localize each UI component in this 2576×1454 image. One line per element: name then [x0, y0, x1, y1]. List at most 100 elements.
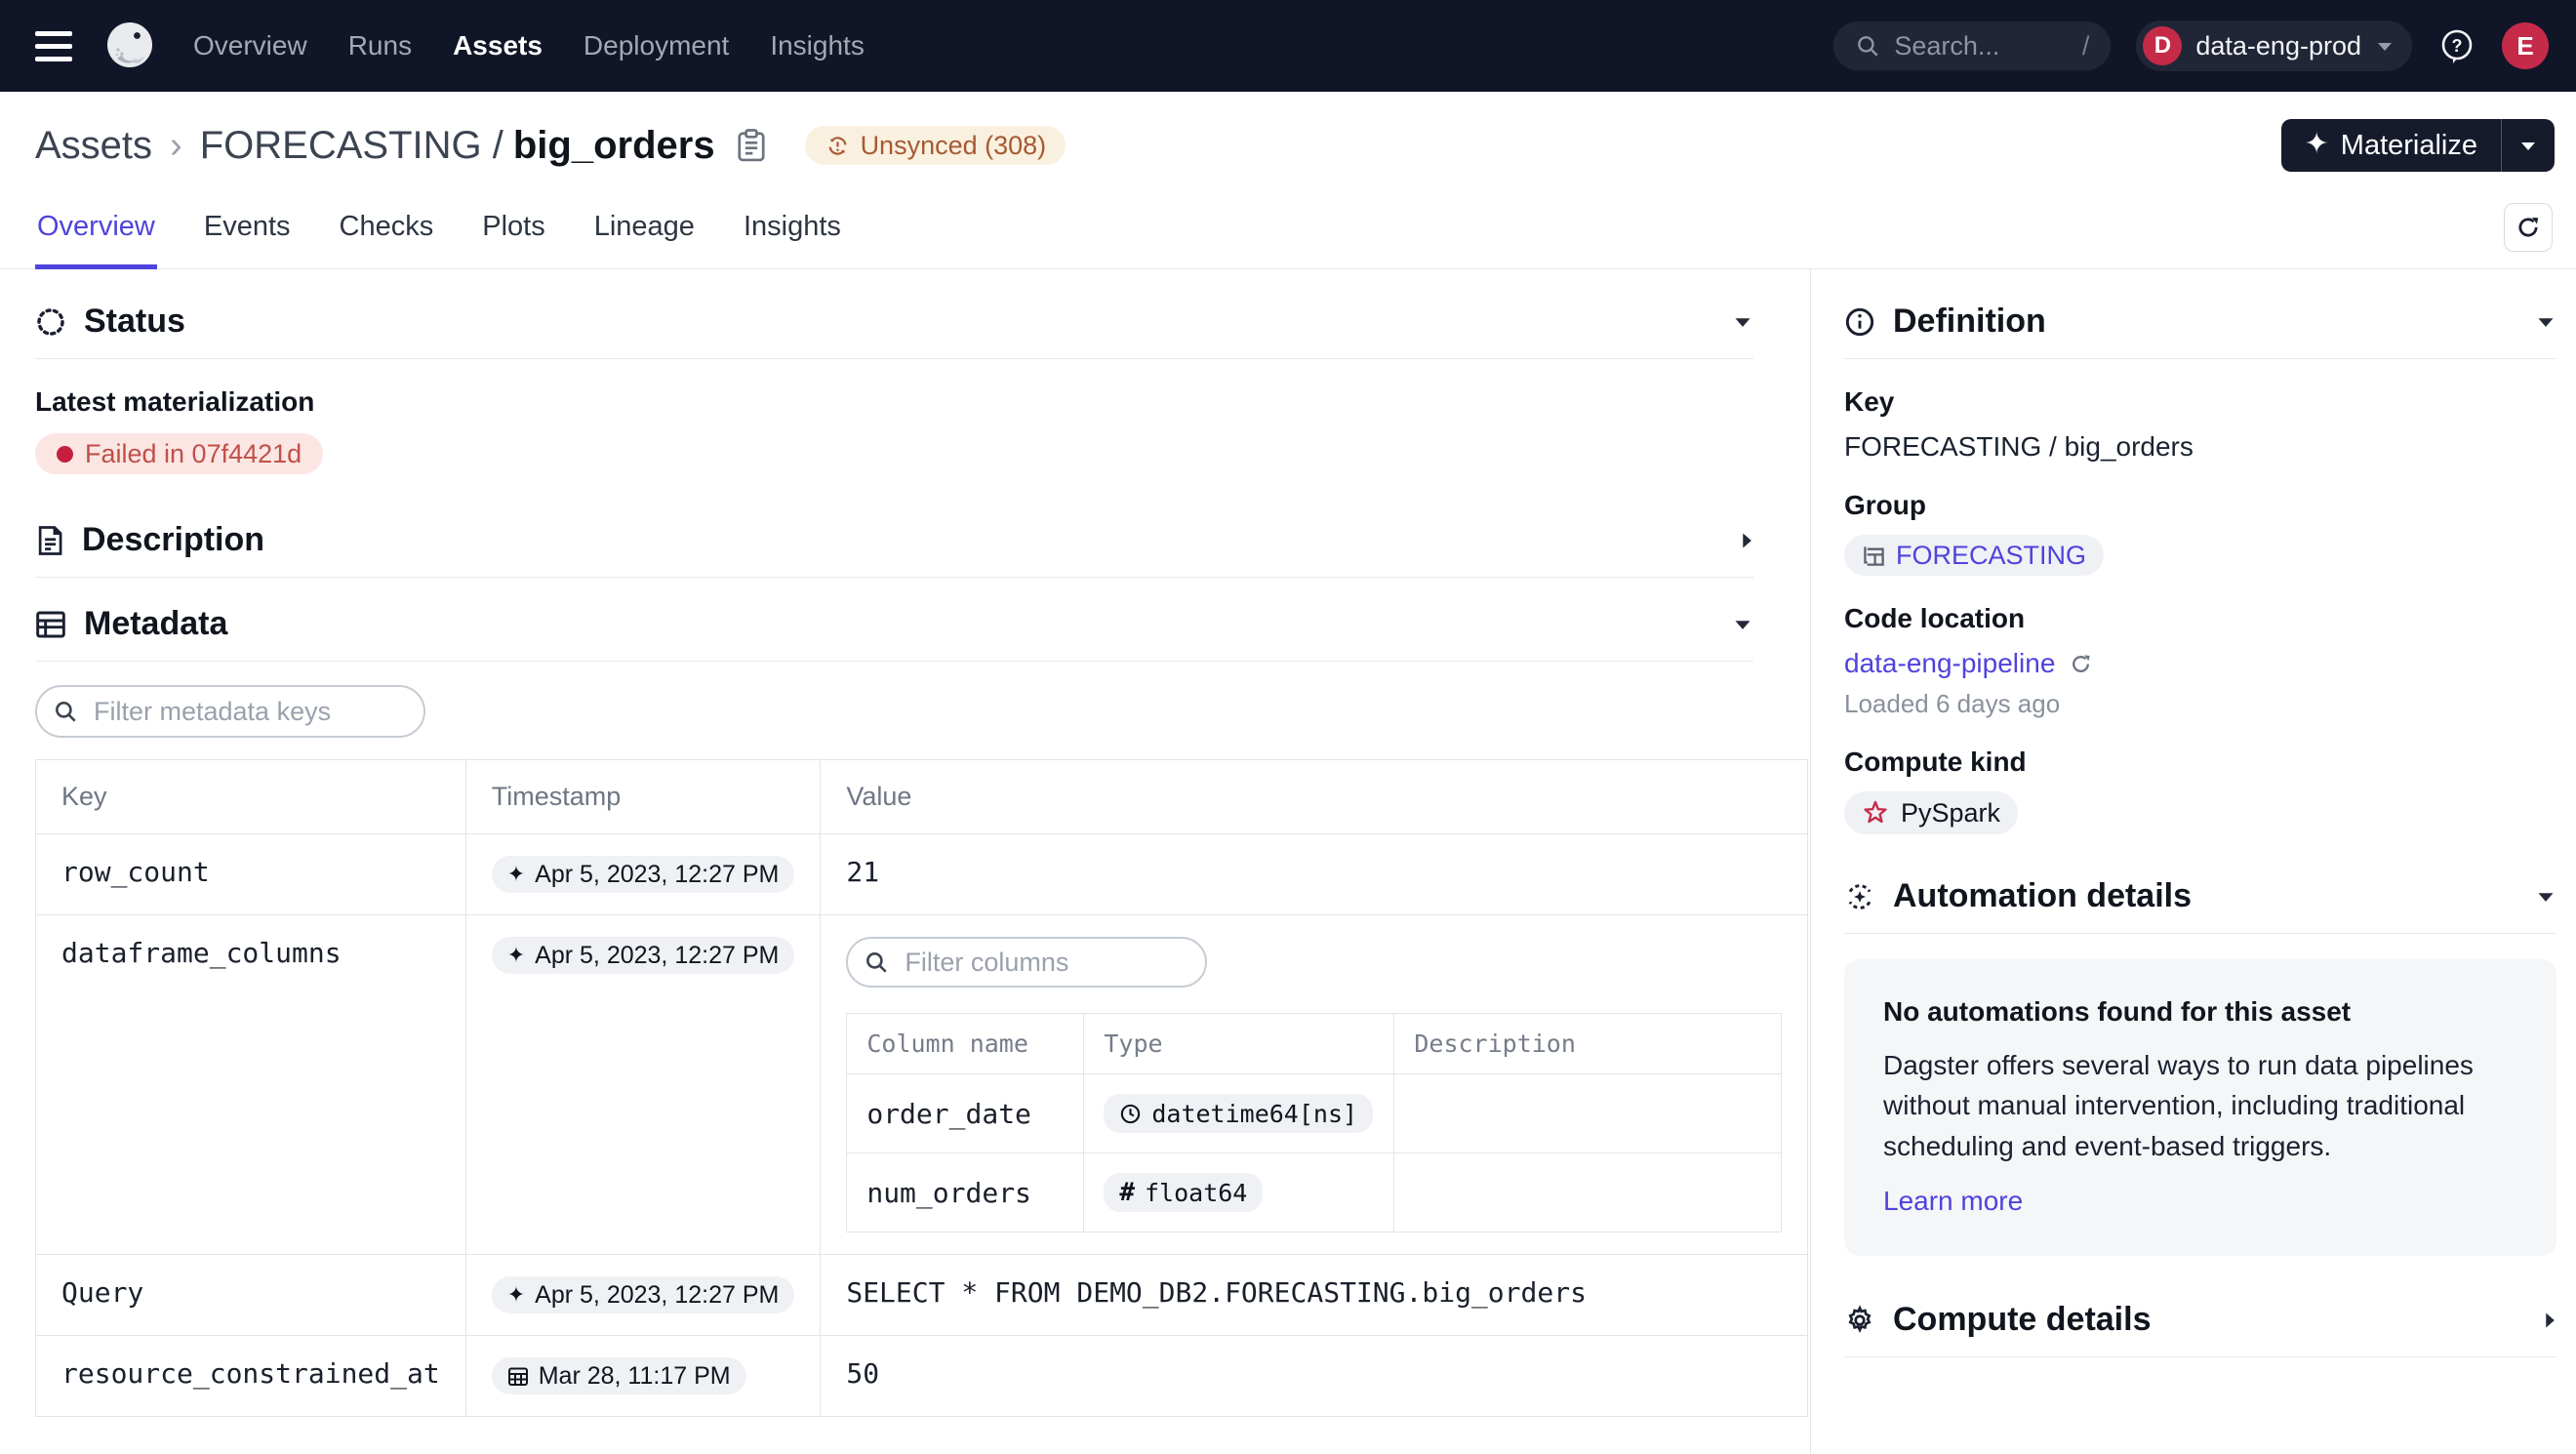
- group-badge[interactable]: FORECASTING: [1844, 535, 2104, 576]
- unsynced-label: Unsynced (308): [861, 131, 1047, 161]
- caret-down-icon: [2535, 314, 2556, 329]
- key-value: FORECASTING / big_orders: [1844, 431, 2556, 463]
- nav-item-runs[interactable]: Runs: [348, 30, 412, 61]
- sparkle-icon: ✦: [507, 945, 525, 966]
- metadata-key: row_count: [36, 834, 466, 915]
- asset-tabs: Overview Events Checks Plots Lineage Ins…: [0, 195, 2576, 269]
- automation-icon: [1844, 881, 1875, 912]
- metadata-value: 21: [821, 834, 1808, 915]
- type-badge: datetime64[ns]: [1104, 1094, 1373, 1133]
- automation-collapse-button[interactable]: [2535, 889, 2556, 904]
- breadcrumb-assets[interactable]: Assets: [35, 124, 152, 168]
- column-header-value: Value: [821, 760, 1808, 834]
- table-row: Query ✦Apr 5, 2023, 12:27 PM SELECT * FR…: [36, 1255, 1808, 1336]
- tab-lineage[interactable]: Lineage: [592, 195, 697, 269]
- tab-overview[interactable]: Overview: [35, 195, 157, 269]
- compute-kind-badge[interactable]: PySpark: [1844, 791, 2018, 834]
- status-icon: [35, 306, 66, 338]
- table-row: dataframe_columns ✦Apr 5, 2023, 12:27 PM…: [36, 915, 1808, 1255]
- dagster-logo-icon[interactable]: [103, 20, 156, 72]
- column-name: num_orders: [847, 1153, 1084, 1232]
- tab-insights[interactable]: Insights: [742, 195, 843, 269]
- status-title: Status: [84, 303, 185, 341]
- key-label: Key: [1844, 386, 2556, 418]
- table-row: order_date datetime64[ns]: [847, 1074, 1782, 1153]
- search-icon: [1855, 33, 1880, 59]
- metadata-filter: [35, 685, 425, 738]
- help-icon[interactable]: ?: [2437, 26, 2476, 65]
- dataframe-columns-table: Column name Type Description order_date …: [846, 1013, 1782, 1232]
- sparkle-icon: ✦: [2305, 130, 2329, 159]
- materialize-label: Materialize: [2341, 130, 2477, 162]
- reload-icon[interactable]: [2069, 652, 2093, 676]
- automation-section-header: Automation details: [1844, 877, 2556, 915]
- timestamp-badge[interactable]: Mar 28, 11:17 PM: [492, 1357, 746, 1394]
- column-header-type: Type: [1084, 1014, 1394, 1074]
- column-header-name: Column name: [847, 1014, 1084, 1074]
- global-search[interactable]: /: [1833, 21, 2111, 70]
- failed-run-badge[interactable]: Failed in 07f4421d: [35, 433, 323, 474]
- compute-details-title: Compute details: [1893, 1301, 2151, 1339]
- code-location-loaded-text: Loaded 6 days ago: [1844, 689, 2556, 719]
- column-header-key: Key: [36, 760, 466, 834]
- learn-more-link[interactable]: Learn more: [1883, 1186, 2023, 1217]
- menu-icon[interactable]: [35, 24, 78, 67]
- caret-down-icon: [2535, 889, 2556, 904]
- svg-text:?: ?: [2452, 36, 2463, 56]
- tab-plots[interactable]: Plots: [480, 195, 546, 269]
- refresh-button[interactable]: [2504, 203, 2553, 252]
- columns-filter-input[interactable]: [846, 937, 1207, 988]
- search-shortcut: /: [2082, 31, 2090, 61]
- clock-icon: [1119, 1103, 1142, 1125]
- compute-details-expand-button[interactable]: [2542, 1310, 2556, 1331]
- nav-item-deployment[interactable]: Deployment: [584, 30, 729, 61]
- metadata-key: dataframe_columns: [36, 915, 466, 1255]
- deployment-badge: D: [2143, 26, 2182, 65]
- deployment-switcher[interactable]: D data-eng-prod: [2136, 20, 2412, 71]
- unsynced-badge[interactable]: Unsynced (308): [805, 126, 1067, 165]
- table-group-icon: [1862, 544, 1886, 568]
- timestamp-badge[interactable]: ✦Apr 5, 2023, 12:27 PM: [492, 1276, 795, 1313]
- metadata-icon: [35, 610, 66, 639]
- gear-icon: [1844, 1305, 1875, 1336]
- materialize-dropdown-button[interactable]: [2502, 119, 2555, 172]
- nav-item-overview[interactable]: Overview: [193, 30, 307, 61]
- avatar[interactable]: E: [2502, 22, 2549, 69]
- breadcrumb-group[interactable]: FORECASTING /: [200, 124, 503, 168]
- sparkle-icon: ✦: [507, 1284, 525, 1306]
- search-input[interactable]: [1894, 31, 2068, 61]
- code-location-link[interactable]: data-eng-pipeline: [1844, 648, 2055, 679]
- table-row: num_orders # float64: [847, 1153, 1782, 1232]
- compute-kind-value: PySpark: [1901, 798, 2000, 828]
- pyspark-star-icon: [1862, 799, 1889, 827]
- deployment-name: data-eng-prod: [2195, 31, 2361, 61]
- caret-right-icon: [1739, 530, 1753, 551]
- tab-checks[interactable]: Checks: [338, 195, 436, 269]
- main-column: Status Latest materialization Failed in …: [0, 269, 1811, 1454]
- primary-nav: Overview Runs Assets Deployment Insights: [193, 30, 865, 61]
- automation-empty-state: No automations found for this asset Dags…: [1844, 959, 2556, 1256]
- definition-section-header: Definition: [1844, 303, 2556, 341]
- metadata-filter-input[interactable]: [35, 685, 425, 738]
- group-label: Group: [1844, 490, 2556, 521]
- definition-collapse-button[interactable]: [2535, 314, 2556, 329]
- refresh-icon: [2515, 214, 2542, 241]
- asset-header: Assets › FORECASTING / big_orders Unsync…: [0, 92, 2576, 172]
- copy-icon[interactable]: [735, 127, 768, 164]
- search-icon: [864, 949, 889, 975]
- breadcrumb-separator: ›: [170, 125, 182, 167]
- timestamp-badge[interactable]: ✦Apr 5, 2023, 12:27 PM: [492, 856, 795, 893]
- nav-item-assets[interactable]: Assets: [453, 30, 543, 61]
- nav-item-insights[interactable]: Insights: [770, 30, 865, 61]
- metadata-collapse-button[interactable]: [1732, 617, 1753, 631]
- description-expand-button[interactable]: [1739, 530, 1753, 551]
- caret-down-icon: [2518, 139, 2538, 152]
- automation-empty-title: No automations found for this asset: [1883, 996, 2517, 1028]
- tab-events[interactable]: Events: [202, 195, 293, 269]
- column-description: [1394, 1153, 1782, 1232]
- chevron-down-icon: [2375, 39, 2395, 53]
- timestamp-badge[interactable]: ✦Apr 5, 2023, 12:27 PM: [492, 937, 795, 974]
- materialize-button[interactable]: ✦ Materialize: [2281, 119, 2555, 172]
- status-collapse-button[interactable]: [1732, 314, 1753, 329]
- code-location-label: Code location: [1844, 603, 2556, 634]
